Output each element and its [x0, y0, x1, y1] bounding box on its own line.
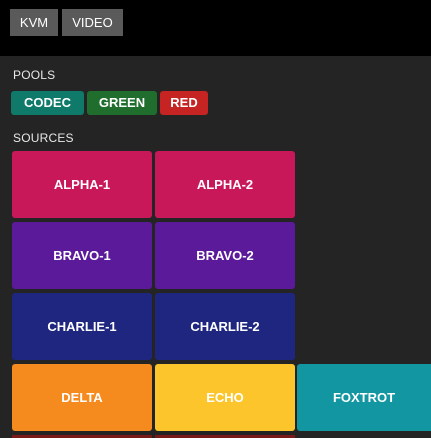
source-echo-button[interactable]: ECHO	[155, 364, 295, 431]
source-charlie-2-button[interactable]: CHARLIE-2	[155, 293, 295, 360]
pool-green-button[interactable]: GREEN	[87, 91, 157, 115]
source-foxtrot-button[interactable]: FOXTROT	[297, 364, 431, 431]
tab-kvm[interactable]: KVM	[10, 9, 58, 36]
sources-heading: SOURCES	[13, 131, 74, 145]
source-bravo-1-button[interactable]: BRAVO-1	[12, 222, 152, 289]
pool-codec-button[interactable]: CODEC	[11, 91, 84, 115]
source-alpha-1-button[interactable]: ALPHA-1	[12, 151, 152, 218]
source-alpha-2-button[interactable]: ALPHA-2	[155, 151, 295, 218]
pool-red-button[interactable]: RED	[160, 91, 208, 115]
main-panel: POOLS CODEC GREEN RED SOURCES ALPHA-1 AL…	[0, 56, 431, 438]
source-bravo-2-button[interactable]: BRAVO-2	[155, 222, 295, 289]
top-bar: KVM VIDEO	[0, 0, 431, 56]
source-delta-button[interactable]: DELTA	[12, 364, 152, 431]
tab-video[interactable]: VIDEO	[62, 9, 123, 36]
source-charlie-1-button[interactable]: CHARLIE-1	[12, 293, 152, 360]
pools-heading: POOLS	[13, 68, 56, 82]
